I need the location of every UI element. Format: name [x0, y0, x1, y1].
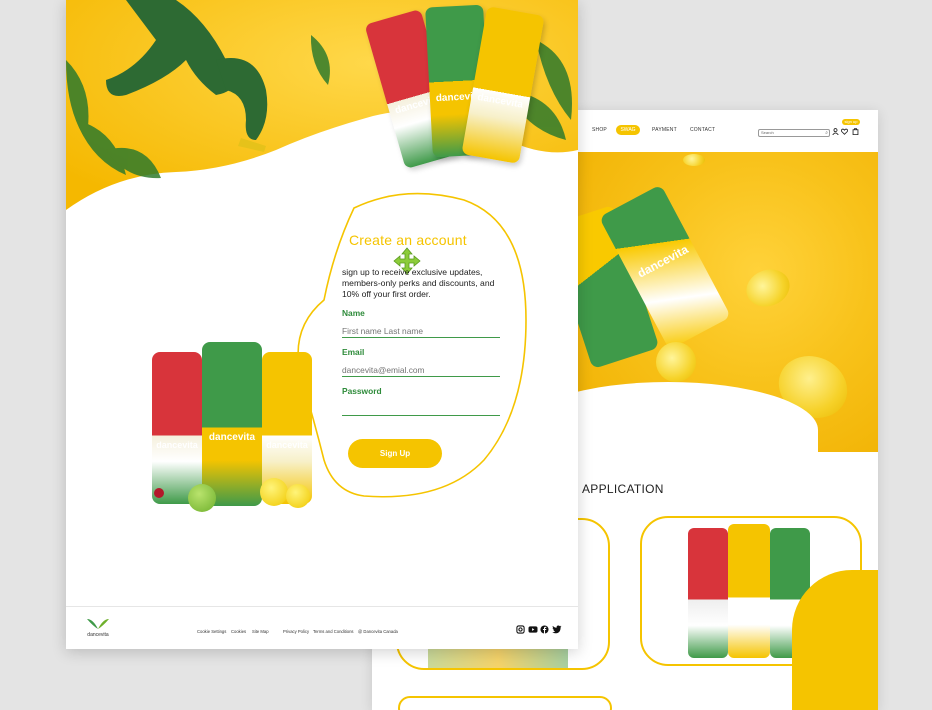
- product-image: [428, 648, 568, 668]
- instagram-icon[interactable]: [516, 625, 525, 636]
- product-group-image: dancevita dancevita dancevita: [114, 338, 324, 518]
- section-title: APPLICATION: [582, 482, 664, 496]
- hero-banner: dancevita dancevita dancevita: [66, 0, 578, 210]
- lemon-slice-image: [741, 263, 795, 313]
- search-icon[interactable]: ⌕: [825, 130, 828, 136]
- form-title: Create an account: [349, 232, 467, 248]
- password-input[interactable]: [342, 402, 500, 416]
- nav-link-swag[interactable]: SWAG: [616, 125, 640, 135]
- name-label: Name: [342, 308, 365, 318]
- lemon-slice-image: [683, 154, 705, 166]
- footer-link-site-map[interactable]: Site Map: [252, 629, 269, 634]
- leaf-logo-icon: [87, 619, 109, 629]
- decorative-shape: [792, 570, 878, 710]
- front-page-mockup: dancevita dancevita dancevita dancevita …: [66, 0, 578, 649]
- footer-link-terms[interactable]: Terms and Conditions: [313, 629, 354, 634]
- footer: dancevita Cookie Settings Cookies Site M…: [66, 606, 578, 649]
- user-icon[interactable]: [832, 128, 839, 137]
- signup-pill-button[interactable]: sign up: [842, 119, 860, 125]
- sign-up-button[interactable]: Sign Up: [348, 439, 442, 468]
- nav-link-payment[interactable]: PAYMENT: [652, 127, 677, 133]
- footer-link-cookies[interactable]: Cookies: [231, 629, 246, 634]
- facebook-icon[interactable]: [540, 625, 549, 636]
- can-brand-label: dancevita: [208, 432, 256, 443]
- heart-icon[interactable]: [841, 128, 848, 137]
- can-image: dancevita: [152, 352, 202, 504]
- name-input[interactable]: [342, 324, 500, 338]
- can-brand-label: dancevita: [635, 242, 691, 281]
- can-image: [728, 524, 770, 658]
- footer-link-privacy-policy[interactable]: Privacy Policy: [283, 629, 309, 634]
- twitter-icon[interactable]: [552, 625, 562, 636]
- nav-link-contact[interactable]: CONTACT: [690, 127, 715, 133]
- apple-image: [188, 484, 216, 512]
- footer-copyright: @ Dancevita Canada: [358, 629, 398, 634]
- footer-link-cookie-settings[interactable]: Cookie Settings: [197, 629, 226, 634]
- footer-logo[interactable]: dancevita: [82, 617, 114, 643]
- can-image: dancevita: [202, 342, 262, 506]
- search-input[interactable]: Search ⌕: [758, 129, 830, 137]
- can-image: [688, 528, 728, 658]
- footer-logo-text: dancevita: [87, 632, 109, 638]
- berry-image: [154, 488, 164, 498]
- password-label: Password: [342, 386, 382, 396]
- lemon-image: [260, 478, 288, 506]
- nav-link-shop[interactable]: SHOP: [592, 127, 607, 133]
- youtube-icon[interactable]: [528, 625, 538, 636]
- lemon-slice-image: [656, 342, 696, 382]
- email-label: Email: [342, 347, 365, 357]
- search-placeholder: Search: [761, 130, 774, 135]
- product-card[interactable]: [398, 696, 612, 710]
- email-input[interactable]: [342, 363, 500, 377]
- can-brand-label: dancevita: [156, 440, 198, 450]
- form-intro-text: sign up to receive exclusive updates, me…: [342, 267, 495, 299]
- can-brand-label: dancevita: [476, 91, 524, 111]
- hero-banner: dancevita: [578, 152, 878, 452]
- cart-icon[interactable]: [852, 128, 859, 137]
